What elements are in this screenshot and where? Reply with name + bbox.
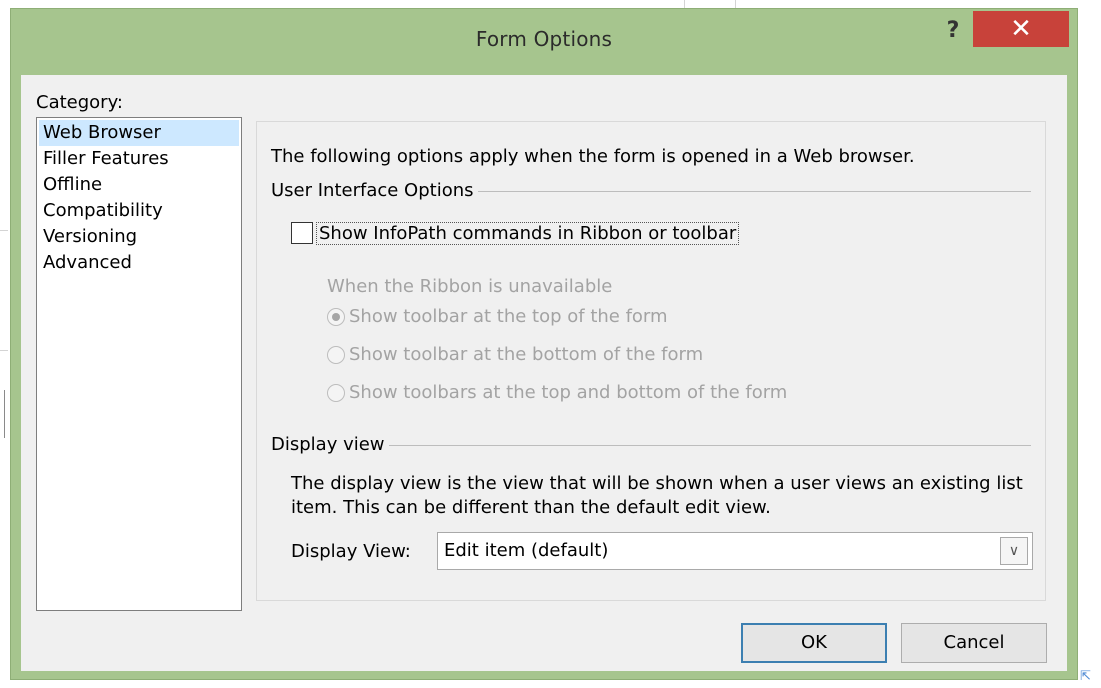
radio-label: Show toolbar at the top of the form	[349, 306, 668, 327]
display-view-group-header: Display view	[271, 434, 1031, 455]
display-view-description: The display view is the view that will b…	[291, 473, 1023, 518]
radio-toolbar-top-and-bottom: Show toolbars at the top and bottom of t…	[327, 382, 787, 403]
radio-label: Show toolbars at the top and bottom of t…	[349, 382, 788, 403]
background-window-edge	[0, 350, 8, 351]
background-window-edge	[735, 0, 736, 8]
radio-button	[327, 383, 345, 402]
chevron-down-icon[interactable]: ∨	[1000, 537, 1028, 565]
category-label: Category:	[36, 92, 123, 113]
radio-toolbar-top: Show toolbar at the top of the form	[327, 306, 668, 327]
display-view-label: Display View:	[291, 540, 411, 562]
ui-options-group-header: User Interface Options	[271, 180, 1031, 201]
dialog-body: Category: Web Browser Filler Features Of…	[21, 75, 1067, 671]
display-view-dropdown[interactable]: Edit item (default) ∨	[437, 532, 1033, 570]
display-view-row: Display View: Edit item (default) ∨	[291, 532, 1033, 570]
show-commands-label[interactable]: Show InfoPath commands in Ribbon or tool…	[315, 221, 740, 245]
ribbon-unavailable-label: When the Ribbon is unavailable	[327, 276, 613, 297]
group-divider	[388, 445, 1031, 446]
close-button[interactable]: ✕	[973, 11, 1069, 47]
show-commands-checkbox[interactable]	[291, 222, 313, 244]
background-window-edge	[4, 390, 5, 438]
options-panel: The following options apply when the for…	[256, 121, 1046, 601]
category-item-filler-features[interactable]: Filler Features	[39, 146, 239, 172]
show-commands-option[interactable]: Show InfoPath commands in Ribbon or tool…	[291, 221, 740, 245]
background-window-edge	[0, 230, 8, 231]
radio-toolbar-bottom: Show toolbar at the bottom of the form	[327, 344, 703, 365]
category-item-advanced[interactable]: Advanced	[39, 250, 239, 276]
radio-button	[327, 307, 345, 326]
expand-icon[interactable]: ⇱	[1080, 670, 1094, 684]
dialog-title: Form Options	[475, 27, 613, 51]
form-options-dialog: Form Options ? ✕ Category: Web Browser F…	[10, 8, 1078, 680]
ok-button[interactable]: OK	[741, 623, 887, 663]
category-list[interactable]: Web Browser Filler Features Offline Comp…	[36, 117, 242, 611]
cancel-button[interactable]: Cancel	[901, 623, 1047, 663]
category-item-versioning[interactable]: Versioning	[39, 224, 239, 250]
ui-options-header-label: User Interface Options	[271, 180, 474, 201]
title-bar: Form Options ? ✕	[11, 9, 1077, 75]
category-item-web-browser[interactable]: Web Browser	[39, 120, 239, 146]
display-view-selected-value: Edit item (default)	[444, 540, 609, 561]
category-item-offline[interactable]: Offline	[39, 172, 239, 198]
category-item-compatibility[interactable]: Compatibility	[39, 198, 239, 224]
background-window-edge	[684, 0, 685, 8]
help-button[interactable]: ?	[927, 15, 979, 47]
group-divider	[477, 191, 1031, 192]
radio-button	[327, 345, 345, 364]
intro-text: The following options apply when the for…	[271, 146, 915, 167]
display-view-header-label: Display view	[271, 434, 385, 455]
radio-label: Show toolbar at the bottom of the form	[349, 344, 704, 365]
